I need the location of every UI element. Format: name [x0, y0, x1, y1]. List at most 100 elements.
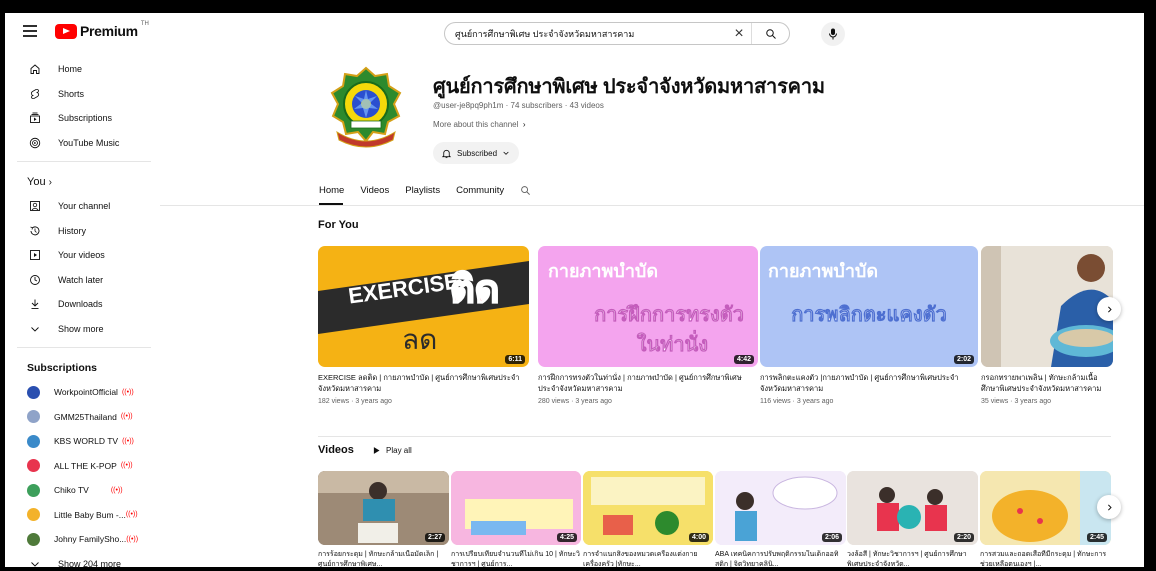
- chevron-right-icon: ›: [522, 120, 526, 129]
- video-title[interactable]: การสวมและถอดเสื้อที่มีกระดุม | ทักษะการช…: [980, 550, 1111, 567]
- video-title[interactable]: ABA เทคนิคการปรับพฤติกรรมในเด็กออทิสติก …: [715, 550, 846, 567]
- live-icon: ((•)): [122, 437, 134, 445]
- subscription-label: ALL THE K-POP: [54, 460, 117, 471]
- sidebar-item-home[interactable]: Home: [5, 57, 165, 82]
- more-about-channel-link[interactable]: More about this channel ›: [433, 120, 526, 129]
- bell-icon: [441, 149, 452, 158]
- subscription-item[interactable]: Johny FamilySho... ((•)): [5, 527, 165, 552]
- history-icon: [29, 225, 41, 237]
- next-carousel-button[interactable]: [1097, 297, 1121, 321]
- play-all-button[interactable]: Play all: [372, 446, 412, 455]
- video-card[interactable]: EXERCISE ติด ลด 6:11 EXERCISE ลดติด | กา…: [318, 246, 529, 405]
- subscription-item[interactable]: Little Baby Bum -... ((•)): [5, 503, 165, 528]
- top-bar: Premium TH ศูนย์การศึกษาพิเศษ ประจำจังหว…: [5, 13, 1144, 53]
- video-thumbnail[interactable]: กายภาพบำบัด การพลิกตะแคงตัว 2:02: [760, 246, 978, 367]
- chevron-right-icon: [1107, 306, 1112, 312]
- video-card[interactable]: กายภาพบำบัด การฝึกการทรงตัว ในท่านั่ง 4:…: [538, 246, 758, 405]
- subscription-item[interactable]: KBS WORLD TV ((•)): [5, 429, 165, 454]
- video-card[interactable]: 2:27 การร้อยกระดุม | ทักษะกล้ามเนื้อมัดเ…: [318, 471, 449, 567]
- sidebar-item-youtube-music[interactable]: YouTube Music: [5, 131, 165, 156]
- sidebar-item-your-channel[interactable]: Your channel: [5, 194, 165, 219]
- sidebar-item-show-more[interactable]: Show more: [5, 317, 165, 342]
- show-more-subscriptions[interactable]: Show 204 more: [5, 552, 165, 567]
- subscription-item[interactable]: ALL THE K-POP ((•)): [5, 454, 165, 479]
- search-icon: [765, 28, 776, 39]
- menu-icon[interactable]: [23, 25, 37, 37]
- video-card[interactable]: 2:20 วงล้อสี | ทักษะวิชาการฯ | ศูนย์การศ…: [847, 471, 978, 567]
- subscribed-button[interactable]: Subscribed: [433, 142, 520, 164]
- video-meta: 182 views · 3 years ago: [318, 398, 392, 405]
- subscription-item[interactable]: Chiko TV ((•)): [5, 478, 165, 503]
- video-card[interactable]: กายภาพบำบัด การพลิกตะแคงตัว 2:02 การพลิก…: [760, 246, 978, 405]
- video-thumbnail[interactable]: 2:27: [318, 471, 449, 545]
- video-meta: 116 views · 3 years ago: [760, 398, 834, 405]
- sidebar-item-your-videos[interactable]: Your videos: [5, 243, 165, 268]
- clear-search-icon[interactable]: ×: [727, 25, 751, 43]
- next-carousel-button[interactable]: [1097, 495, 1121, 519]
- video-title[interactable]: การจำแนกสิ่งของหมวดเครื่องแต่งกาย เครื่อ…: [583, 550, 713, 567]
- videos-heading: Videos: [318, 444, 354, 456]
- youtube-music-icon: [29, 137, 41, 149]
- video-title[interactable]: EXERCISE ลดติด | กายภาพบำบัด | ศูนย์การศ…: [318, 372, 529, 394]
- video-title[interactable]: การเปรียบเทียบจำนวนที่ไม่เกิน 10 | ทักษะ…: [451, 550, 581, 567]
- sidebar-item-subscriptions[interactable]: Subscriptions: [5, 106, 165, 131]
- youtube-premium-logo[interactable]: Premium TH: [55, 21, 149, 39]
- chevron-down-icon: [503, 151, 509, 155]
- tab-videos[interactable]: Videos: [360, 185, 389, 196]
- youtube-channel-page: Premium TH ศูนย์การศึกษาพิเศษ ประจำจังหว…: [5, 13, 1144, 567]
- sidebar-item-label: Shorts: [58, 88, 85, 99]
- sidebar-item-label: History: [58, 225, 87, 236]
- tab-home[interactable]: Home: [319, 185, 344, 196]
- subscription-item[interactable]: WorkpointOfficial ((•)): [5, 380, 165, 405]
- video-thumbnail[interactable]: [981, 246, 1113, 367]
- play-all-label: Play all: [386, 446, 412, 455]
- tab-playlists[interactable]: Playlists: [405, 185, 440, 196]
- tab-community[interactable]: Community: [456, 185, 504, 196]
- sidebar-item-label: Show more: [58, 323, 104, 334]
- sidebar-item-label: Home: [58, 64, 83, 75]
- sidebar-item-history[interactable]: History: [5, 219, 165, 244]
- thumbnail-text: ในท่านั่ง: [636, 334, 708, 357]
- video-title[interactable]: กรอกทรายพาเพลิน | ทักษะกล้ามเนื้อศึกษาพิ…: [981, 372, 1113, 394]
- video-card[interactable]: 2:45 การสวมและถอดเสื้อที่มีกระดุม | ทักษ…: [980, 471, 1111, 567]
- video-title[interactable]: การฝึกการทรงตัวในท่านั่ง | กายภาพบำบัด |…: [538, 372, 758, 394]
- video-title[interactable]: วงล้อสี | ทักษะวิชาการฯ | ศูนย์การศึกษาพ…: [847, 550, 978, 567]
- logo-text: Premium: [80, 23, 138, 39]
- video-thumbnail[interactable]: 2:20: [847, 471, 978, 545]
- live-icon: ((•)): [110, 486, 123, 494]
- video-thumbnail[interactable]: 4:00: [583, 471, 713, 545]
- video-duration: 2:20: [953, 533, 974, 542]
- sidebar-item-downloads[interactable]: Downloads: [5, 292, 165, 317]
- subscription-label: Little Baby Bum -...: [54, 509, 126, 520]
- video-title[interactable]: การร้อยกระดุม | ทักษะกล้ามเนื้อมัดเล็ก |…: [318, 550, 449, 567]
- search-input[interactable]: ศูนย์การศึกษาพิเศษ ประจำจังหวัดมหาสารคาม: [445, 27, 727, 41]
- channel-avatar-logo[interactable]: [327, 66, 406, 151]
- chevron-down-icon: [29, 558, 41, 567]
- search-button[interactable]: [751, 23, 789, 44]
- voice-search-button[interactable]: [821, 22, 845, 46]
- sidebar-you-heading[interactable]: You ›: [5, 170, 165, 194]
- subscription-label: WorkpointOfficial: [54, 387, 118, 398]
- search-box[interactable]: ศูนย์การศึกษาพิเศษ ประจำจังหวัดมหาสารคาม…: [444, 22, 790, 45]
- video-duration: 2:02: [953, 355, 974, 364]
- video-thumbnail[interactable]: 2:06: [715, 471, 846, 545]
- video-thumbnail[interactable]: 2:45: [980, 471, 1111, 545]
- video-card[interactable]: 4:25 การเปรียบเทียบจำนวนที่ไม่เกิน 10 | …: [451, 471, 581, 567]
- video-duration: 4:25: [556, 533, 577, 542]
- sidebar-item-shorts[interactable]: Shorts: [5, 82, 165, 107]
- you-label: You: [27, 176, 46, 188]
- sidebar-item-watch-later[interactable]: Watch later: [5, 268, 165, 293]
- video-thumbnail[interactable]: 4:25: [451, 471, 581, 545]
- subscription-item[interactable]: GMM25Thailand ((•)): [5, 405, 165, 430]
- video-card[interactable]: กรอกทรายพาเพลิน | ทักษะกล้ามเนื้อศึกษาพิ…: [981, 246, 1113, 405]
- for-you-heading: For You: [318, 219, 359, 231]
- video-thumbnail[interactable]: กายภาพบำบัด การฝึกการทรงตัว ในท่านั่ง 4:…: [538, 246, 758, 367]
- thumbnail-text: ติด: [449, 268, 500, 312]
- video-card[interactable]: 2:06 ABA เทคนิคการปรับพฤติกรรมในเด็กออทิ…: [715, 471, 846, 567]
- video-thumbnail[interactable]: EXERCISE ติด ลด 6:11: [318, 246, 529, 367]
- video-title[interactable]: การพลิกตะแคงตัว |กายภาพบำบัด | ศูนย์การศ…: [760, 372, 978, 394]
- divider: [17, 347, 151, 348]
- video-card[interactable]: 4:00 การจำแนกสิ่งของหมวดเครื่องแต่งกาย เ…: [583, 471, 713, 567]
- shorts-icon: [29, 88, 41, 100]
- channel-search-icon[interactable]: [520, 185, 531, 196]
